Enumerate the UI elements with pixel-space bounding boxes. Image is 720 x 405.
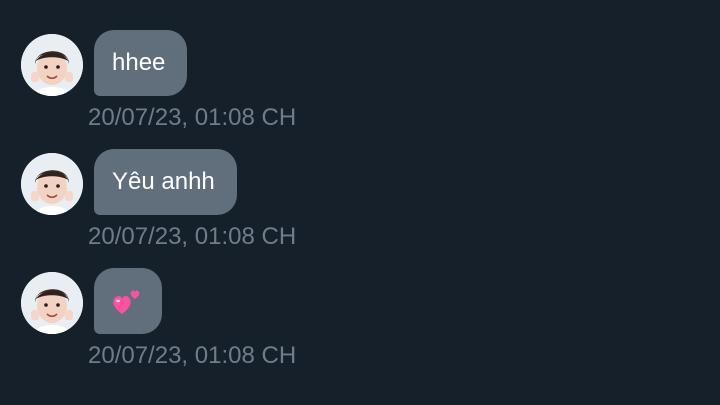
avatar-photo-icon [21, 272, 83, 334]
message-timestamp: 20/07/23, 01:08 CH [88, 342, 297, 369]
avatar[interactable] [21, 34, 83, 96]
message-bubble[interactable]: Yêu anhh [94, 149, 237, 215]
message-timestamp: 20/07/23, 01:08 CH [88, 104, 297, 131]
two-hearts-icon [113, 290, 140, 314]
message-bubble[interactable]: hhee [94, 30, 188, 96]
message-text: hhee [112, 49, 166, 76]
avatar-photo-icon [21, 153, 83, 215]
message-bubble[interactable] [94, 268, 162, 334]
avatar[interactable] [21, 153, 83, 215]
message-text: Yêu anhh [112, 168, 215, 195]
message-timestamp: 20/07/23, 01:08 CH [88, 223, 297, 250]
avatar[interactable] [21, 272, 83, 334]
avatar-photo-icon [21, 34, 83, 96]
